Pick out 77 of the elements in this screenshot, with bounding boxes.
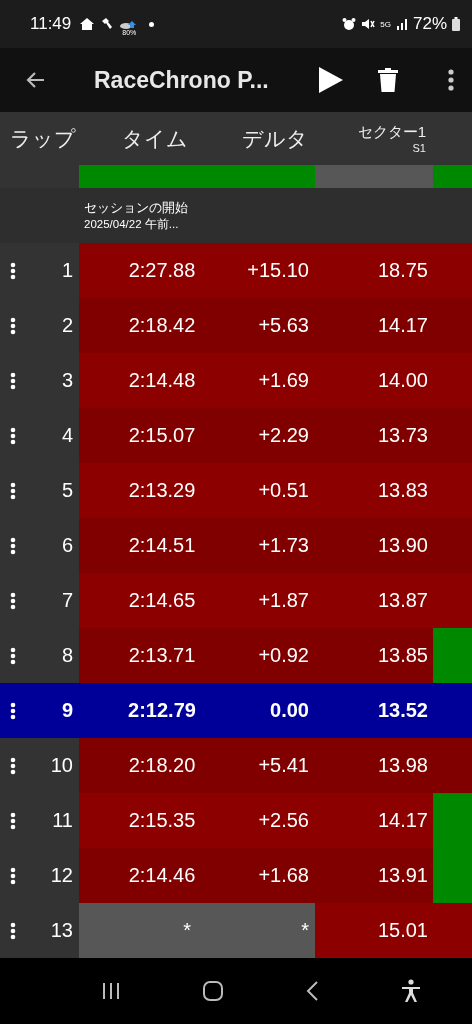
lap-number: 11	[52, 809, 73, 832]
column-header: セクター1 S1	[356, 123, 426, 154]
row-menu-button[interactable]	[10, 921, 16, 940]
sector-time-cell: 14.17	[315, 298, 472, 353]
lap-number: 5	[61, 479, 73, 502]
lap-number: 8	[61, 644, 73, 667]
battery-percent: 72%	[412, 14, 447, 34]
session-date: 2025/04/22 午前...	[84, 217, 180, 232]
sector-time-cell: 13.91	[315, 848, 472, 903]
alarm-icon	[342, 17, 357, 31]
row-menu-button[interactable]	[10, 316, 16, 335]
row-menu-button[interactable]	[10, 371, 16, 390]
back-icon[interactable]	[304, 980, 319, 1002]
time-delta-cell: 2:14.51 +1.73	[79, 518, 315, 573]
row-menu-button[interactable]	[10, 866, 16, 885]
mute-icon	[361, 17, 376, 31]
lap-number: 3	[61, 369, 73, 392]
sector-time-cell: 13.87	[315, 573, 472, 628]
sector-time-cell: 13.98	[315, 738, 472, 793]
notification-dot-icon	[149, 21, 155, 27]
session-title: セッションの開始	[84, 199, 189, 217]
time-delta-cell: 2:15.07 +2.29	[79, 408, 315, 463]
lap-number: 4	[61, 424, 73, 447]
trash-icon	[378, 68, 398, 92]
row-menu-button[interactable]	[10, 701, 16, 720]
signal-icon	[395, 18, 408, 30]
sector-time-cell: 15.01	[315, 903, 472, 958]
row-menu-button[interactable]	[10, 811, 16, 830]
sector-time-cell: 14.00	[315, 353, 472, 408]
lap-number: 7	[61, 589, 73, 612]
clock: 11:49	[30, 14, 72, 34]
time-delta-cell: 2:13.71 +0.92	[79, 628, 315, 683]
sector-time-cell: 14.17	[315, 793, 472, 848]
lap-number: 6	[61, 534, 73, 557]
lap-number: 10	[50, 754, 73, 777]
time-delta-cell: 2:14.48 +1.69	[79, 353, 315, 408]
sector-time-cell: 13.52	[315, 683, 472, 738]
time-delta-cell: 2:12.79 0.00	[79, 683, 315, 738]
home-icon	[79, 17, 96, 31]
hammer-icon	[100, 17, 115, 31]
time-delta-cell: * *	[79, 903, 315, 958]
sector-time-cell: 13.73	[315, 408, 472, 463]
time-delta-cell: 2:27.88 +15.10	[79, 243, 315, 298]
network-type: 5G	[380, 19, 391, 29]
battery-icon	[452, 17, 460, 31]
row-menu-button[interactable]	[10, 591, 16, 610]
time-delta-cell: 2:14.65 +1.87	[79, 573, 315, 628]
column-header: タイム	[121, 125, 188, 152]
time-delta-cell: 2:18.20 +5.41	[79, 738, 315, 793]
lap-number: 2	[61, 314, 73, 337]
column-header: ラップ	[9, 125, 76, 152]
sector-time-cell: 13.85	[315, 628, 472, 683]
row-menu-button[interactable]	[10, 756, 16, 775]
weather-icon	[119, 19, 138, 29]
lap-number: 12	[50, 864, 73, 887]
row-menu-button[interactable]	[10, 261, 16, 280]
row-menu-button[interactable]	[10, 646, 16, 665]
lap-number: 9	[61, 699, 73, 722]
recent-apps-icon	[100, 982, 121, 1000]
time-delta-cell: 2:13.29 +0.51	[79, 463, 315, 518]
play-icon	[318, 66, 344, 94]
screen-title: RaceChrono P...	[94, 66, 270, 94]
sector-time-cell: 13.90	[315, 518, 472, 573]
sector-time-cell: 13.83	[315, 463, 472, 518]
sector-time-cell: 18.75	[315, 243, 472, 298]
more-icon	[448, 69, 454, 91]
accessibility-icon[interactable]	[399, 979, 422, 1003]
row-menu-button[interactable]	[10, 481, 16, 500]
time-delta-cell: 2:15.35 +2.56	[79, 793, 315, 848]
time-delta-cell: 2:14.46 +1.68	[79, 848, 315, 903]
home-button-icon[interactable]	[201, 980, 224, 1002]
time-delta-cell: 2:18.42 +5.63	[79, 298, 315, 353]
lap-number: 13	[50, 919, 73, 942]
row-menu-button[interactable]	[10, 426, 16, 445]
row-menu-button[interactable]	[10, 536, 16, 555]
lap-number: 1	[61, 259, 73, 282]
column-header: デルタ	[241, 125, 308, 152]
